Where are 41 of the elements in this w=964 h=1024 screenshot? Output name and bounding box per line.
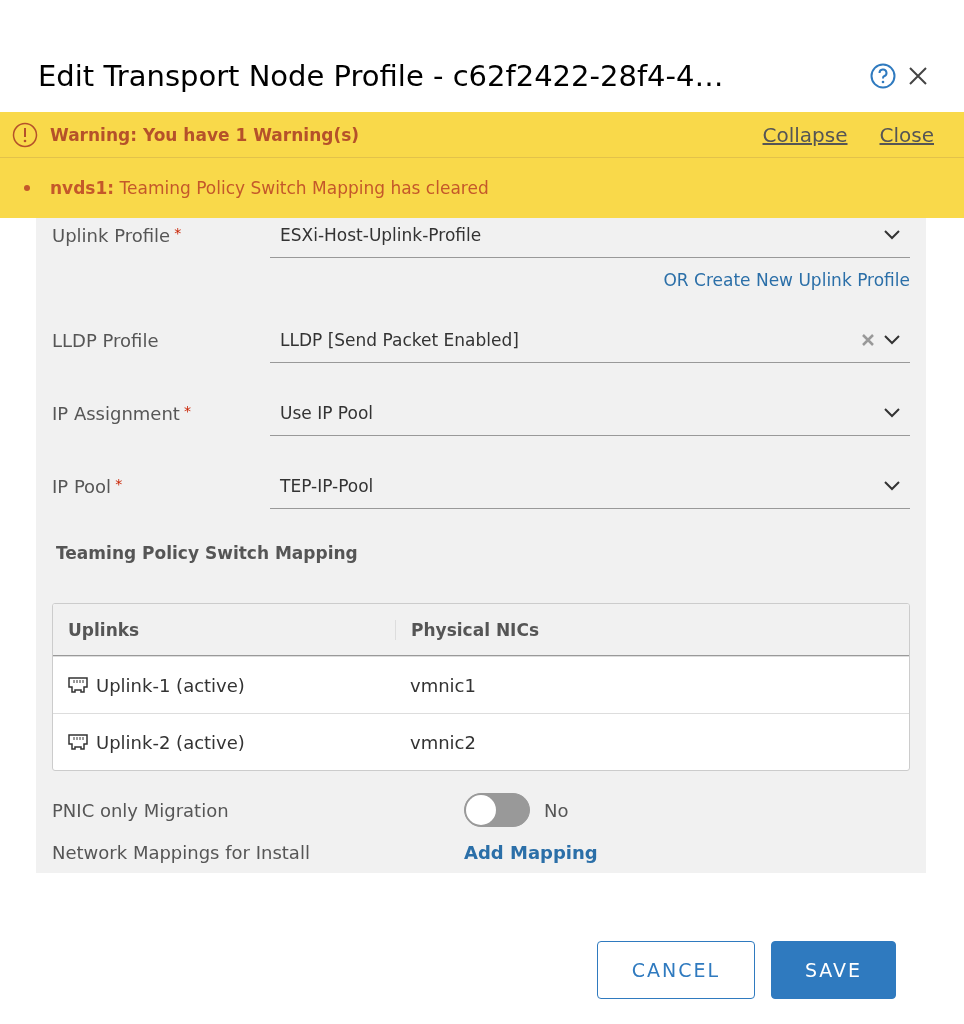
chevron-down-icon[interactable] bbox=[884, 229, 900, 240]
create-link[interactable]: OR Create New Uplink Profile bbox=[663, 270, 910, 290]
help-icon[interactable] bbox=[870, 63, 896, 89]
save-button[interactable]: SAVE bbox=[771, 941, 896, 999]
uplink-cell: Uplink-2 (active) bbox=[53, 731, 395, 753]
toggle-value: No bbox=[544, 799, 569, 821]
select-field[interactable]: ESXi-Host-Uplink-Profile bbox=[270, 212, 910, 258]
banner-link[interactable]: Close bbox=[879, 122, 934, 147]
column-header: Physical NICs bbox=[395, 619, 909, 640]
column-header: Uplinks bbox=[67, 619, 141, 640]
chevron-down-icon[interactable] bbox=[884, 480, 900, 491]
section-title: Teaming Policy Switch Mapping bbox=[56, 543, 359, 563]
required-mark: * bbox=[115, 476, 123, 492]
field-label: IP Assignment bbox=[52, 403, 180, 424]
warning-icon bbox=[12, 121, 38, 148]
uplink-cell: Uplink-1 (active) bbox=[53, 674, 395, 696]
bullet-icon bbox=[24, 185, 30, 191]
required-mark: * bbox=[174, 225, 182, 241]
select-field[interactable]: LLDP [Send Packet Enabled] bbox=[270, 317, 910, 363]
add-mapping-link[interactable]: Add Mapping bbox=[464, 841, 598, 863]
select-field[interactable]: Use IP Pool bbox=[270, 390, 910, 436]
network-port-icon bbox=[68, 677, 88, 693]
nic-cell-text: vmnic2 bbox=[409, 731, 477, 753]
nic-cell-text: vmnic1 bbox=[409, 674, 477, 696]
dialog-title: Edit Transport Node Profile - c62f2422-28f4-4… bbox=[38, 59, 725, 93]
warning-message: nvds1: Teaming Policy Switch Mapping has cleared bbox=[50, 178, 489, 198]
cancel-button[interactable]: CANCEL bbox=[597, 941, 755, 999]
field-label: LLDP Profile bbox=[52, 330, 159, 351]
field-label: Network Mappings for Install bbox=[52, 841, 311, 863]
network-port-icon bbox=[68, 734, 88, 750]
required-mark: * bbox=[183, 403, 191, 419]
banner-link[interactable]: Collapse bbox=[762, 122, 848, 147]
field-label: PNIC only Migration bbox=[52, 799, 230, 821]
select-field[interactable]: TEP-IP-Pool bbox=[270, 463, 910, 509]
chevron-down-icon[interactable] bbox=[884, 407, 900, 418]
field-label: Uplink Profile bbox=[52, 225, 171, 246]
chevron-down-icon[interactable] bbox=[884, 334, 900, 345]
warning-title: Warning: You have 1 Warning(s) bbox=[50, 124, 361, 145]
toggle-switch[interactable] bbox=[464, 793, 530, 827]
field-label: IP Pool bbox=[52, 476, 112, 497]
close-icon[interactable] bbox=[908, 66, 928, 86]
